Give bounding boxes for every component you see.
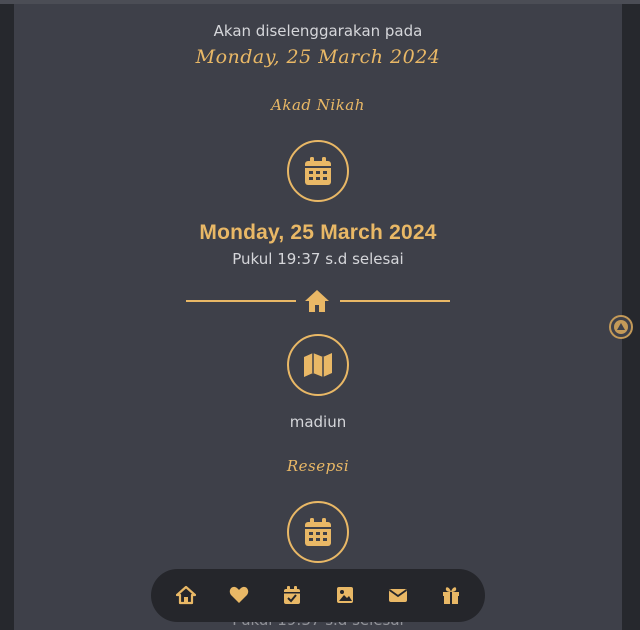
- calendar-icon: [305, 157, 331, 185]
- calendar-check-icon: [284, 586, 300, 604]
- event-date-script: Monday, 25 March 2024: [195, 46, 441, 68]
- bottom-nav: [151, 569, 485, 622]
- home-icon: [175, 585, 197, 605]
- akad-title: Akad Nikah: [271, 96, 365, 114]
- nav-home[interactable]: [175, 585, 197, 605]
- calendar-icon: [305, 518, 331, 546]
- envelope-icon: [388, 589, 408, 602]
- akad-map-circle: [287, 334, 349, 396]
- nav-couple[interactable]: [229, 585, 249, 605]
- akad-calendar-circle: [287, 140, 349, 202]
- held-on-label: Akan diselenggarakan pada: [213, 22, 423, 40]
- divider-right: [340, 300, 450, 302]
- up-arrow-icon: [614, 320, 628, 334]
- event-panel: Akan diselenggarakan pada Monday, 25 Mar…: [14, 4, 622, 630]
- akad-location: madiun: [289, 413, 347, 431]
- akad-time: Pukul 19:37 s.d selesai: [232, 250, 404, 268]
- akad-date: Monday, 25 March 2024: [199, 221, 437, 244]
- gift-icon: [443, 587, 459, 604]
- nav-gallery[interactable]: [335, 585, 355, 605]
- map-icon: [304, 353, 332, 377]
- divider-left: [186, 300, 296, 302]
- left-gutter: [0, 4, 14, 630]
- nav-wishes[interactable]: [388, 585, 408, 605]
- nav-gift[interactable]: [441, 585, 461, 605]
- scroll-up-button[interactable]: [609, 315, 633, 339]
- heart-icon: [229, 586, 249, 603]
- home-icon: [305, 290, 329, 312]
- resepsi-title: Resepsi: [286, 457, 350, 475]
- resepsi-calendar-circle: [287, 501, 349, 563]
- image-icon: [337, 587, 353, 603]
- nav-event[interactable]: [282, 585, 302, 605]
